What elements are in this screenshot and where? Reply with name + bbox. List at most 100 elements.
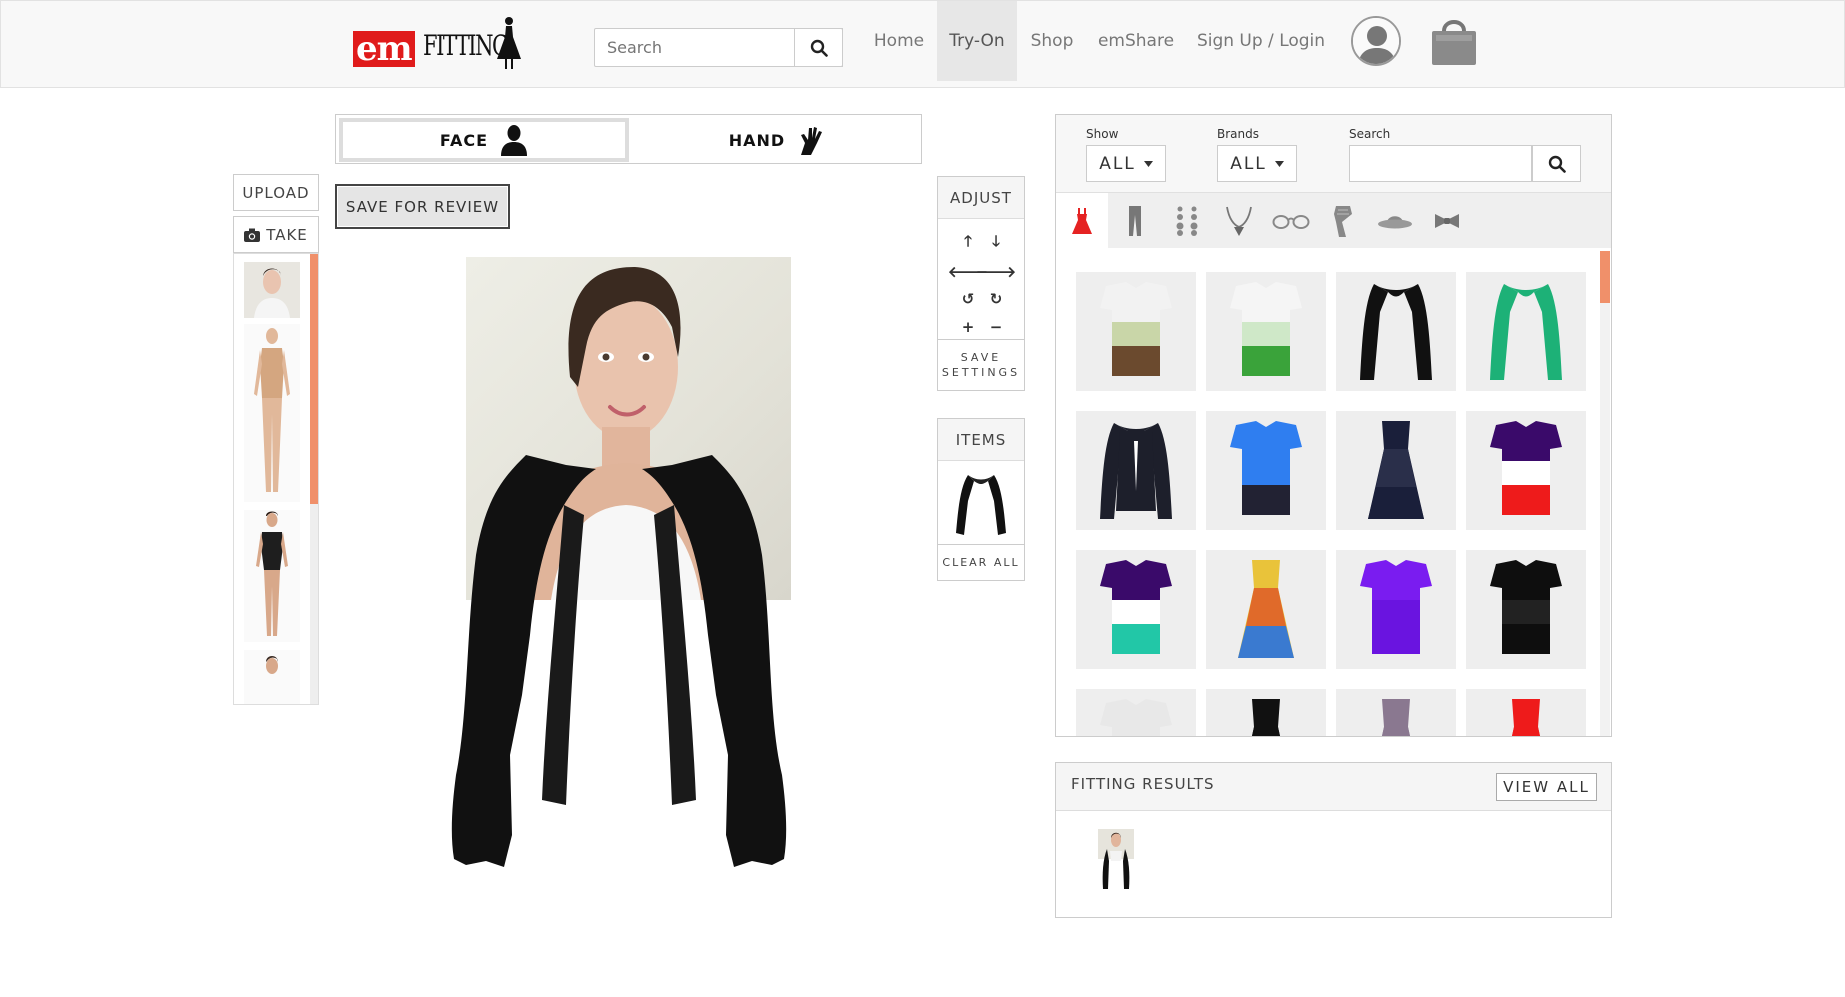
rotate-right-button[interactable]: ↻ xyxy=(985,288,1007,310)
move-up-button[interactable]: 🡑 xyxy=(957,232,979,254)
view-all-button[interactable]: VIEW ALL xyxy=(1496,773,1597,801)
nav-try-on[interactable]: Try-On xyxy=(937,1,1017,81)
product-tile-black-shrug-cardigan[interactable] xyxy=(1336,272,1456,391)
catalog-filter-bar: Show ALL Brands ALL Search xyxy=(1056,115,1611,193)
caret-down-icon xyxy=(1143,160,1153,167)
tab-category-pants[interactable] xyxy=(1109,193,1161,248)
product-tile-white-blouse[interactable] xyxy=(1076,689,1196,736)
take-button-label: TAKE xyxy=(266,225,308,244)
tab-category-necklace[interactable] xyxy=(1213,193,1265,248)
nav-search-button[interactable] xyxy=(794,28,843,67)
tab-category-scarf[interactable] xyxy=(1317,193,1369,248)
logo-em-mark: em xyxy=(353,31,415,67)
model-thumb-swimsuit[interactable] xyxy=(244,510,300,642)
model-headshot-image xyxy=(244,262,300,318)
black-shrug-overlay[interactable] xyxy=(446,455,792,900)
product-tile-black-gown[interactable] xyxy=(1206,689,1326,736)
tab-face[interactable]: FACE xyxy=(339,118,629,162)
caret-down-icon xyxy=(1274,160,1284,167)
tab-category-dress[interactable] xyxy=(1056,193,1108,248)
tab-hand-label: HAND xyxy=(728,130,786,150)
product-tile-purple-batwing-top[interactable] xyxy=(1336,550,1456,669)
tab-category-hat[interactable] xyxy=(1369,193,1421,248)
product-tile-green-cardigan[interactable] xyxy=(1466,272,1586,391)
model-thumb-partial[interactable] xyxy=(244,650,300,704)
user-avatar-icon[interactable] xyxy=(1351,16,1401,66)
upload-button[interactable]: UPLOAD xyxy=(233,174,319,211)
tab-category-glasses[interactable] xyxy=(1265,193,1317,248)
selected-item-shrug-thumbnail[interactable] xyxy=(952,471,1010,541)
catalog-panel: Show ALL Brands ALL Search xyxy=(1055,114,1612,737)
product-image-sleeveless-layered-top-green xyxy=(1230,282,1302,376)
zoom-out-button[interactable]: − xyxy=(985,316,1007,338)
earrings-icon xyxy=(1176,206,1198,236)
save-settings-button[interactable]: SAVE SETTINGS xyxy=(938,339,1024,390)
take-photo-button[interactable]: TAKE xyxy=(233,216,319,253)
catalog-search-label: Search xyxy=(1349,127,1391,141)
necklace-icon xyxy=(1226,206,1252,236)
product-image-floral-dress-dark xyxy=(1368,421,1424,519)
fitting-result-thumbnail[interactable] xyxy=(1098,829,1134,891)
product-image-purple-batwing-top xyxy=(1360,560,1432,654)
items-panel-title: ITEMS xyxy=(938,419,1024,461)
fitting-results-panel: FITTING RESULTS VIEW ALL xyxy=(1055,762,1612,918)
tab-hand[interactable]: HAND xyxy=(632,118,920,162)
top-navbar: em FITTING Home Try-On Shop emShare Sign… xyxy=(0,0,1845,88)
model-list-scrollbar[interactable] xyxy=(310,254,318,704)
save-for-review-button[interactable]: SAVE FOR REVIEW xyxy=(335,184,510,229)
brands-filter-select[interactable]: ALL xyxy=(1217,145,1297,182)
hand-icon xyxy=(801,127,823,155)
model-list-scrollbar-thumb[interactable] xyxy=(310,254,318,504)
zoom-in-button[interactable]: + xyxy=(957,316,979,338)
shopping-bag-icon[interactable] xyxy=(1428,13,1480,67)
catalog-scrollbar[interactable] xyxy=(1600,251,1610,736)
product-tile-blue-draped-top[interactable] xyxy=(1206,411,1326,530)
emfitting-logo[interactable]: em FITTING xyxy=(353,13,533,73)
tab-category-earrings[interactable] xyxy=(1161,193,1213,248)
model-partial-image xyxy=(244,650,300,704)
fitting-results-header: FITTING RESULTS VIEW ALL xyxy=(1056,763,1611,811)
model-thumb-headshot[interactable] xyxy=(244,262,300,318)
show-filter-label: Show xyxy=(1086,127,1119,141)
product-tile-colorblock-top-teal[interactable] xyxy=(1076,550,1196,669)
move-right-button[interactable]: 🡒 xyxy=(976,260,1016,282)
product-image-red-strapless-dress xyxy=(1511,699,1541,736)
catalog-scrollbar-thumb[interactable] xyxy=(1600,251,1610,303)
dress-icon xyxy=(1072,207,1092,234)
logo-lady-figure-icon xyxy=(497,17,521,69)
model-thumb-bodysuit[interactable] xyxy=(244,324,300,502)
rotate-left-button[interactable]: ↺ xyxy=(957,288,979,310)
catalog-search-button[interactable] xyxy=(1532,145,1581,182)
tab-category-bowtie[interactable] xyxy=(1421,193,1473,248)
model-list[interactable] xyxy=(233,253,319,705)
product-tile-printed-dress-multicolor[interactable] xyxy=(1206,550,1326,669)
product-tile-red-strapless-dress[interactable] xyxy=(1466,689,1586,736)
product-image-black-blazer xyxy=(1100,423,1172,519)
product-tile-lace-dress-mauve[interactable] xyxy=(1336,689,1456,736)
product-tile-floral-dress-dark[interactable] xyxy=(1336,411,1456,530)
product-tile-sleeveless-layered-top-green[interactable] xyxy=(1206,272,1326,391)
product-tile-black-sheer-top[interactable] xyxy=(1466,550,1586,669)
model-swimsuit-image xyxy=(244,510,300,642)
nav-emshare[interactable]: emShare xyxy=(1091,1,1181,81)
fitting-result-image xyxy=(1098,829,1134,891)
product-image-sleeveless-ombre-top-brown xyxy=(1100,282,1172,376)
product-image-printed-dress-multicolor xyxy=(1238,560,1294,658)
catalog-search-input[interactable] xyxy=(1349,145,1532,182)
move-down-button[interactable]: 🡓 xyxy=(985,232,1007,254)
show-filter-select[interactable]: ALL xyxy=(1086,145,1166,182)
clear-all-button[interactable]: CLEAR ALL xyxy=(938,544,1024,580)
save-for-review-label: SAVE FOR REVIEW xyxy=(345,197,500,216)
product-image-black-gown xyxy=(1251,699,1281,736)
nav-shop[interactable]: Shop xyxy=(1019,1,1085,81)
upload-button-label: UPLOAD xyxy=(242,183,310,202)
product-tile-sleeveless-ombre-top-brown[interactable] xyxy=(1076,272,1196,391)
product-tile-black-blazer[interactable] xyxy=(1076,411,1196,530)
nav-home[interactable]: Home xyxy=(865,1,933,81)
product-tile-colorblock-top-red[interactable] xyxy=(1466,411,1586,530)
tab-face-label: FACE xyxy=(439,130,489,150)
product-image-green-cardigan xyxy=(1490,284,1562,380)
hat-icon xyxy=(1378,215,1412,228)
nav-signup-login[interactable]: Sign Up / Login xyxy=(1191,1,1331,81)
brands-filter-label: Brands xyxy=(1217,127,1259,141)
